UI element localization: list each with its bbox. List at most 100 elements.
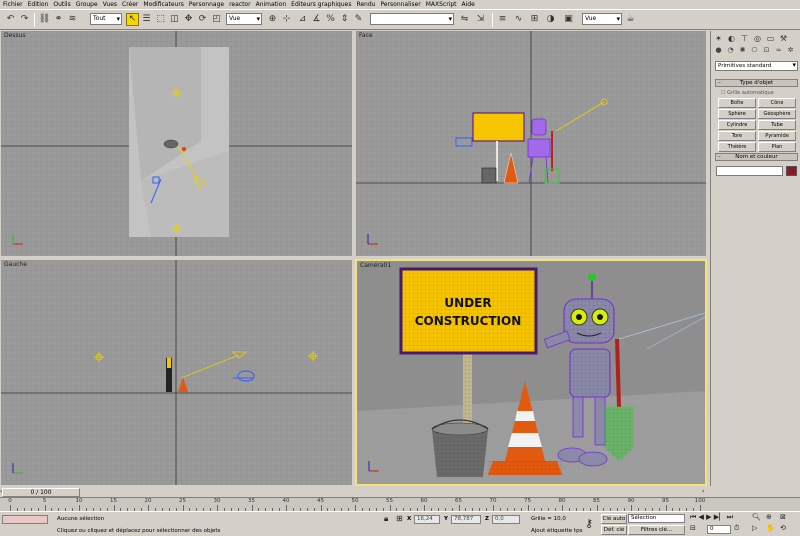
- select-object-icon[interactable]: ↖: [126, 13, 139, 26]
- cameras-icon[interactable]: ⎔: [749, 45, 760, 55]
- schematic-view-icon[interactable]: ⊞: [528, 13, 541, 26]
- time-config-icon[interactable]: ⊟: [690, 525, 696, 532]
- lock-selection-icon[interactable]: 🔒︎: [384, 515, 388, 523]
- align-icon[interactable]: ⇲: [474, 13, 487, 26]
- select-and-scale-icon[interactable]: ◰: [210, 13, 223, 26]
- zoom-icon[interactable]: 🔍︎: [752, 514, 761, 521]
- time-slider[interactable]: 0 / 100 ‹ ›: [0, 487, 800, 497]
- maxscript-listener-box[interactable]: [2, 515, 48, 524]
- track-bar[interactable]: 0 5 10 15 20 25 30 35 40 45 50 55 60 65 70 75 80 85 90 95 10…: [0, 497, 800, 511]
- geosphere-button[interactable]: Géosphère: [758, 109, 796, 119]
- menu-item-vues[interactable]: Vues: [103, 0, 117, 9]
- quick-render-icon[interactable]: ☕: [624, 13, 637, 26]
- y-coord-field[interactable]: 78,787: [451, 515, 481, 524]
- key-filters-button[interactable]: Filtres clé...: [628, 525, 685, 535]
- layer-manager-icon[interactable]: ≡: [496, 13, 509, 26]
- viewport-camera-label[interactable]: Caméra01: [360, 262, 391, 269]
- plane-button[interactable]: Plan: [758, 142, 796, 152]
- autogrid-checkbox[interactable]: ☐ Grille automatique: [721, 90, 774, 96]
- viewport-left-label[interactable]: Gauche: [4, 261, 27, 268]
- create-tab-icon[interactable]: ✶: [713, 33, 724, 44]
- viewport-front-label[interactable]: Face: [359, 32, 373, 39]
- menu-item-reactor[interactable]: reactor: [229, 0, 251, 9]
- select-and-manipulate-icon[interactable]: ⊹: [280, 13, 293, 26]
- menu-item-personnage[interactable]: Personnage: [189, 0, 224, 9]
- menu-item-personnaliser[interactable]: Personnaliser: [380, 0, 420, 9]
- menu-item-fichier[interactable]: Fichier: [3, 0, 23, 9]
- pyramid-button[interactable]: Pyramide: [758, 131, 796, 141]
- unlink-icon[interactable]: ⚭: [52, 13, 65, 26]
- object-color-swatch[interactable]: [786, 166, 797, 176]
- orbit-icon[interactable]: ⟲: [780, 525, 786, 532]
- shapes-icon[interactable]: ◔: [725, 45, 736, 55]
- z-coord-field[interactable]: 0,0: [492, 515, 520, 524]
- render-type-dropdown[interactable]: Vue: [582, 13, 622, 25]
- time-slider-thumb[interactable]: 0 / 100: [2, 488, 80, 497]
- viewport-camera[interactable]: UNDER CONSTRUCTION Caméra01: [355, 259, 707, 486]
- zoom-all-icon[interactable]: ⊕: [766, 514, 772, 521]
- set-key-button[interactable]: Déf. clé: [601, 525, 627, 535]
- display-tab-icon[interactable]: ▭: [765, 33, 776, 44]
- teapot-button[interactable]: Théière: [718, 142, 756, 152]
- lights-icon[interactable]: ✺: [737, 45, 748, 55]
- pivot-center-icon[interactable]: ⊕: [266, 13, 279, 26]
- playback-controls-icon[interactable]: ⏮ ◀ ▶ ▶▏ ⏭: [690, 514, 733, 521]
- motion-tab-icon[interactable]: ◎: [752, 33, 763, 44]
- undo-icon[interactable]: ↶: [4, 13, 17, 26]
- next-frame-arrow-icon[interactable]: ›: [702, 488, 704, 495]
- space-warps-icon[interactable]: ≈: [773, 45, 784, 55]
- cone-button[interactable]: Cône: [758, 98, 796, 108]
- material-editor-icon[interactable]: ◑: [544, 13, 557, 26]
- helpers-icon[interactable]: ⊡: [761, 45, 772, 55]
- x-coord-field[interactable]: 16,24: [414, 515, 440, 524]
- curve-editor-icon[interactable]: ∿: [512, 13, 525, 26]
- geometry-icon[interactable]: ●: [713, 45, 724, 55]
- torus-button[interactable]: Tore: [718, 131, 756, 141]
- redo-icon[interactable]: ↷: [18, 13, 31, 26]
- menu-item-outils[interactable]: Outils: [53, 0, 70, 9]
- select-and-link-icon[interactable]: ⛓: [38, 13, 51, 26]
- menu-item-modificateurs[interactable]: Modificateurs: [143, 0, 184, 9]
- cylinder-button[interactable]: Cylindre: [718, 120, 756, 130]
- current-frame-field[interactable]: 0: [707, 525, 731, 534]
- key-icon[interactable]: ⚷: [585, 518, 593, 529]
- zoom-extents-icon[interactable]: ⊠: [780, 514, 786, 521]
- primitive-category-dropdown[interactable]: Primitives standard: [715, 61, 798, 71]
- menu-item-rendu[interactable]: Rendu: [356, 0, 375, 9]
- menu-item-animation[interactable]: Animation: [256, 0, 287, 9]
- prev-frame-arrow-icon[interactable]: ‹: [0, 488, 2, 495]
- snaps-toggle-icon[interactable]: ⊿: [296, 13, 309, 26]
- sphere-button[interactable]: Sphère: [718, 109, 756, 119]
- select-and-move-icon[interactable]: ✥: [182, 13, 195, 26]
- select-and-rotate-icon[interactable]: ⟳: [196, 13, 209, 26]
- angle-snap-icon[interactable]: ∡: [310, 13, 323, 26]
- menu-item-editeurs-graphiques[interactable]: Editeurs graphiques: [291, 0, 351, 9]
- reference-coordinate-dropdown[interactable]: Vue: [226, 13, 262, 25]
- hierarchy-tab-icon[interactable]: ⊤: [739, 33, 750, 44]
- pan-icon[interactable]: ✋: [766, 525, 775, 532]
- spinner-snap-icon[interactable]: ⇕: [338, 13, 351, 26]
- bind-space-warp-icon[interactable]: ≋: [66, 13, 79, 26]
- viewport-front[interactable]: Face: [356, 31, 706, 256]
- menu-item-maxscript[interactable]: MAXScript: [426, 0, 457, 9]
- menu-item-creer[interactable]: Créer: [122, 0, 138, 9]
- render-scene-icon[interactable]: ▣: [562, 13, 575, 26]
- viewport-top[interactable]: Dessus: [1, 31, 352, 256]
- menu-item-edition[interactable]: Edition: [28, 0, 49, 9]
- select-by-name-icon[interactable]: ☰: [140, 13, 153, 26]
- modify-tab-icon[interactable]: ◐: [726, 33, 737, 44]
- add-time-tag[interactable]: Ajout étiquette tps: [531, 528, 582, 534]
- time-configuration-icon[interactable]: ⏱: [734, 525, 739, 532]
- key-mode-dropdown[interactable]: Sélection: [628, 514, 685, 523]
- viewport-top-label[interactable]: Dessus: [4, 32, 26, 39]
- selection-filter-dropdown[interactable]: Tout: [90, 13, 122, 25]
- mirror-icon[interactable]: ⇋: [458, 13, 471, 26]
- object-type-rollout[interactable]: Type d'objet: [715, 79, 798, 87]
- percent-snap-icon[interactable]: %: [324, 13, 337, 26]
- utilities-tab-icon[interactable]: ⚒: [778, 33, 789, 44]
- viewport-left[interactable]: Gauche: [1, 260, 352, 485]
- window-crossing-icon[interactable]: ◫: [168, 13, 181, 26]
- field-of-view-icon[interactable]: ▷: [752, 525, 757, 532]
- systems-icon[interactable]: ✲: [785, 45, 796, 55]
- named-selection-sets-dropdown[interactable]: [370, 13, 454, 25]
